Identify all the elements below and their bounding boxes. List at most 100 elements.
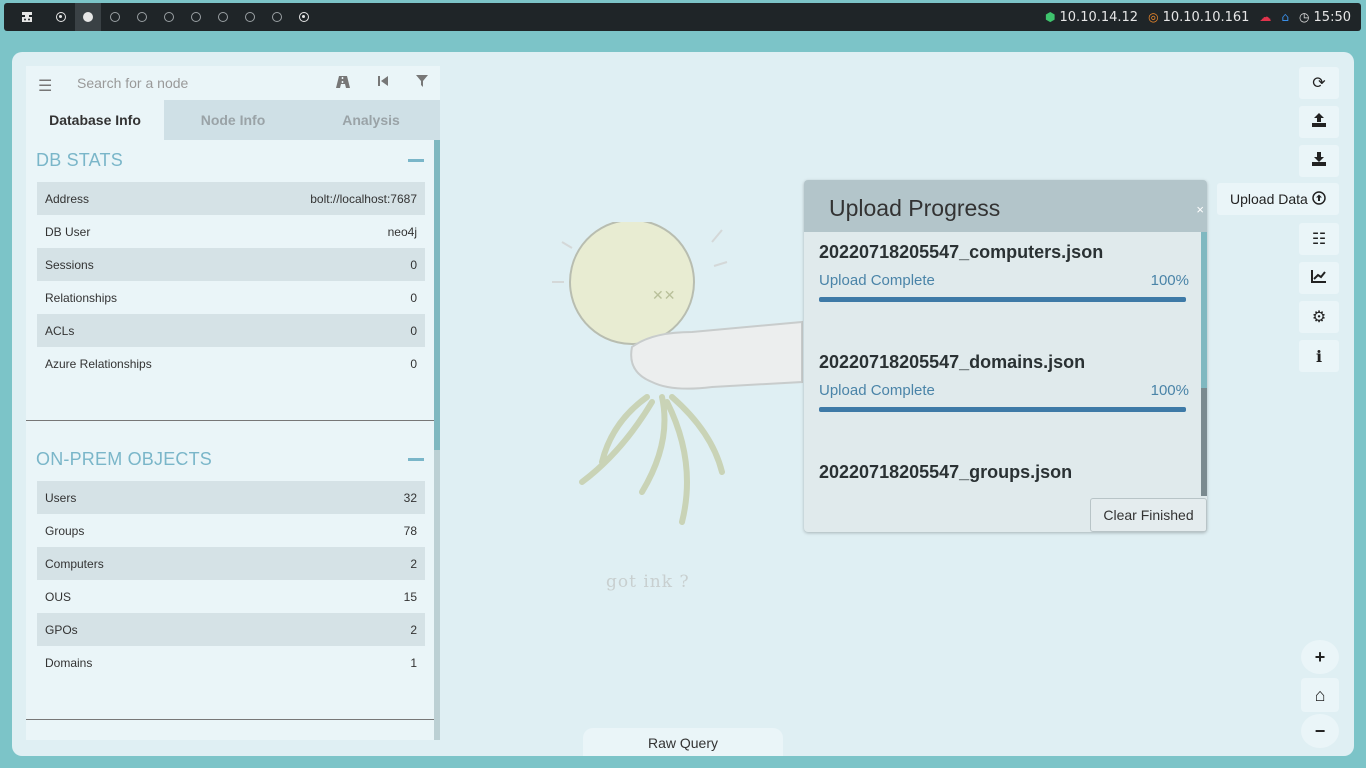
home-indicator: ⌂: [1281, 10, 1289, 24]
db-stats-table: Address bolt://localhost:7687 DB User neo4…: [37, 182, 425, 380]
upload-filename: 20220718205547_computers.json: [819, 242, 1104, 262]
stat-label: DB User: [45, 224, 91, 239]
cloud-indicator: ☁: [1259, 10, 1271, 24]
tab-analysis[interactable]: Analysis: [302, 100, 440, 140]
zoom-in-button[interactable]: +: [1301, 640, 1339, 674]
stat-label: GPOs: [45, 622, 78, 637]
upload-status: Upload Complete: [819, 272, 935, 289]
section-divider: [26, 420, 436, 421]
clear-finished-button[interactable]: Clear Finished: [1090, 498, 1207, 532]
stat-value: 15: [403, 589, 417, 604]
stat-label: OUS: [45, 589, 72, 604]
modal-scrollbar-thumb[interactable]: [1201, 232, 1207, 388]
workspace-10[interactable]: [291, 3, 317, 31]
collapse-onprem-icon[interactable]: [408, 458, 424, 461]
minus-icon: −: [1314, 720, 1326, 741]
modal-header: Upload Progress ×: [804, 180, 1207, 232]
search-bar: ☰ Search for a node: [26, 66, 440, 100]
info-icon: i: [1315, 346, 1323, 366]
upload-data-button[interactable]: Upload Data: [1217, 183, 1339, 215]
reset-view-button[interactable]: ⌂: [1301, 678, 1339, 712]
app-launcher-icon[interactable]: [14, 3, 40, 31]
workspace-8[interactable]: [237, 3, 263, 31]
workspace-6[interactable]: [183, 3, 209, 31]
upload-item: 20220718205547_groups.json: [819, 462, 1189, 483]
import-button[interactable]: [1299, 145, 1339, 177]
info-button[interactable]: i: [1299, 340, 1339, 372]
collapse-db-stats-icon[interactable]: [408, 159, 424, 162]
target-ip-text: 10.10.10.161: [1162, 9, 1250, 25]
workspace-4[interactable]: [129, 3, 155, 31]
upload-icon: [1311, 112, 1327, 133]
onprem-objects-title: ON-PREM OBJECTS: [36, 449, 213, 469]
filter-icon[interactable]: [415, 74, 429, 91]
table-row: OUS 15: [37, 580, 425, 613]
stat-value: 2: [410, 556, 417, 571]
target-ip-indicator: ◎ 10.10.10.161: [1148, 10, 1249, 25]
progress-bar: [819, 297, 1186, 302]
stat-label: Sessions: [45, 257, 94, 272]
progress-bar: [819, 407, 1186, 412]
stat-label: Groups: [45, 523, 85, 538]
onprem-objects-table: Users 32 Groups 78 Computers 2 OUS 15 GPOs 2 …: [37, 481, 425, 679]
export-button[interactable]: [1299, 106, 1339, 138]
upload-progress-modal: Upload Progress × 20220718205547_compute…: [804, 180, 1207, 532]
workspace-7[interactable]: [210, 3, 236, 31]
stat-value: 0: [410, 356, 417, 371]
vpn-ip-text: 10.10.14.12: [1059, 9, 1139, 25]
stat-value: 1: [410, 655, 417, 670]
workspace-5[interactable]: [156, 3, 182, 31]
modal-title: Upload Progress: [829, 195, 1001, 221]
upload-item: 20220718205547_domains.json Upload Compl…: [819, 352, 1189, 412]
plus-icon: +: [1314, 646, 1326, 667]
database-info-panel: DB STATS Address bolt://localhost:7687 DB…: [26, 140, 436, 740]
progress-fill: [819, 297, 1186, 302]
tab-node-info[interactable]: Node Info: [164, 100, 302, 140]
tasks-icon: ☷: [1311, 231, 1327, 248]
sidebar-tabs: Database Info Node Info Analysis: [26, 100, 440, 140]
vpn-ip-indicator: ⬢ 10.10.14.12: [1045, 10, 1138, 25]
stat-value: 32: [403, 490, 417, 505]
table-row: Sessions 0: [37, 248, 425, 281]
pathfinding-icon[interactable]: [335, 74, 351, 93]
settings-button[interactable]: ⚙: [1299, 301, 1339, 333]
stat-value: neo4j: [387, 224, 417, 239]
workspace-2[interactable]: [75, 3, 101, 31]
db-stats-title: DB STATS: [36, 150, 123, 170]
upload-item: 20220718205547_computers.json Upload Com…: [819, 242, 1189, 302]
zoom-out-button[interactable]: −: [1301, 714, 1339, 748]
sidebar: ☰ Search for a node Database Info Node I…: [26, 66, 440, 740]
stat-value: 78: [403, 523, 417, 538]
raw-query-toggle[interactable]: Raw Query: [583, 728, 783, 756]
stats-button[interactable]: [1299, 262, 1339, 294]
bloodhound-window: ✕✕ got ink ? ☰ Search for a node Databas…: [12, 52, 1354, 756]
sidebar-scrollbar-thumb[interactable]: [434, 140, 440, 450]
table-row: Address bolt://localhost:7687: [37, 182, 425, 215]
stat-value: 2: [410, 622, 417, 637]
queries-button[interactable]: ☷: [1299, 223, 1339, 255]
stat-value: 0: [410, 290, 417, 305]
stat-label: Computers: [45, 556, 104, 571]
section-divider: [26, 719, 436, 720]
refresh-icon: ⟳: [1312, 75, 1326, 92]
tab-database-info[interactable]: Database Info: [26, 100, 164, 140]
search-input[interactable]: Search for a node: [77, 75, 188, 91]
menu-icon[interactable]: ☰: [38, 76, 52, 96]
art-caption: got ink ?: [606, 572, 690, 592]
refresh-button[interactable]: ⟳: [1299, 67, 1339, 99]
upload-data-label: Upload Data: [1230, 191, 1308, 207]
stat-label: ACLs: [45, 323, 75, 338]
workspace-1[interactable]: [48, 3, 74, 31]
chart-icon: [1311, 269, 1327, 288]
home-icon: ⌂: [1281, 10, 1290, 24]
back-icon[interactable]: [376, 74, 390, 91]
table-row: Relationships 0: [37, 281, 425, 314]
close-icon[interactable]: ×: [1196, 202, 1204, 217]
workspace-3[interactable]: [102, 3, 128, 31]
background-illustration: ✕✕: [522, 219, 812, 582]
upload-data-icon: [1312, 190, 1326, 208]
table-row: Domains 1: [37, 646, 425, 679]
stat-value: bolt://localhost:7687: [310, 191, 417, 206]
workspace-9[interactable]: [264, 3, 290, 31]
table-row: GPOs 2: [37, 613, 425, 646]
